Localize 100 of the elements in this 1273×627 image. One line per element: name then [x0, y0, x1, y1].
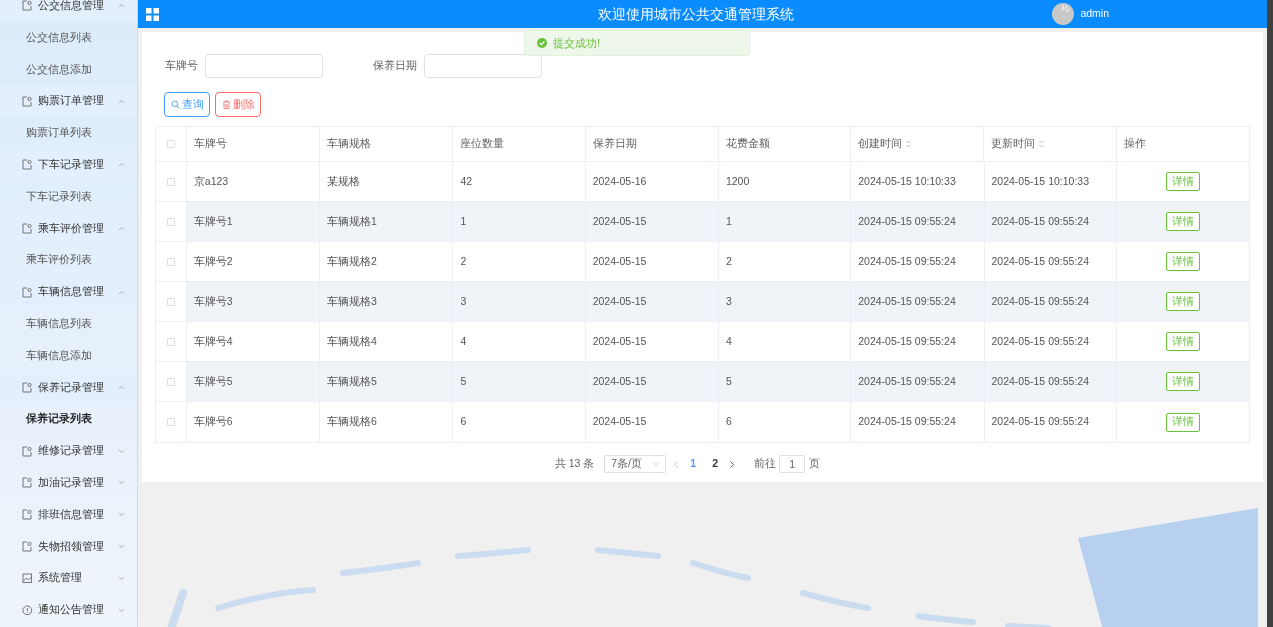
chevron-down-icon — [653, 462, 660, 466]
checkbox[interactable] — [166, 418, 175, 426]
table-cell-text: 2024-05-15 09:55:24 — [858, 293, 956, 309]
table-cell-text: 车辆规格4 — [327, 333, 377, 349]
toast-message: 提交成功! — [553, 35, 601, 51]
table-cell-text: 1200 — [725, 173, 750, 189]
table-cell-text: 4 — [460, 333, 467, 349]
menu-item[interactable]: 保养记录列表 — [0, 403, 137, 436]
table-cell-text: 2 — [460, 253, 467, 269]
grid-icon[interactable] — [146, 7, 159, 21]
column-header[interactable]: 创建时间 — [858, 136, 903, 152]
checkbox[interactable] — [166, 177, 175, 186]
goto-label: 前往 — [754, 456, 777, 472]
checkbox[interactable] — [166, 337, 175, 346]
table-cell-text: 京a123 — [193, 173, 229, 189]
column-header: 车牌号 — [193, 136, 227, 152]
menu-item[interactable]: 乘车评价列表 — [0, 244, 137, 277]
table-cell-text: 2024-05-15 09:55:24 — [991, 373, 1089, 389]
menu-group[interactable]: 通知公告管理 — [0, 594, 137, 626]
column-header: 操作 — [1123, 136, 1146, 152]
document-icon — [22, 0, 33, 12]
table-cell-text: 2024-05-16 — [592, 173, 647, 189]
column-header: 花费金额 — [725, 136, 770, 152]
document-icon — [22, 477, 33, 489]
checkbox[interactable] — [166, 217, 175, 226]
search-icon — [170, 100, 180, 109]
app-title: 欢迎使用城市公共交通管理系统 — [597, 4, 794, 24]
checkbox[interactable] — [166, 140, 175, 148]
menu-group[interactable]: 保养记录管理 — [0, 371, 137, 404]
input-field[interactable] — [424, 54, 542, 78]
table-cell-text: 2024-05-15 — [592, 373, 647, 389]
checkbox[interactable] — [166, 297, 175, 306]
table-cell: 2024-05-15 09:55:24 — [858, 414, 956, 430]
field-label: 保养日期 — [373, 58, 417, 74]
table-cell-text: 车辆规格3 — [327, 293, 377, 309]
table-cell-text: 车牌号4 — [193, 333, 233, 349]
table-cell-text: 2024-05-15 09:55:24 — [991, 253, 1089, 269]
document-icon — [22, 95, 33, 107]
table-cell: 6 — [725, 414, 732, 430]
column-header: 保养日期 — [592, 136, 637, 152]
checkbox[interactable] — [166, 257, 175, 266]
table-cell-text: 2024-05-15 — [592, 333, 647, 349]
total-count: 共 13 条 — [554, 456, 595, 472]
column-header: 车辆规格 — [327, 136, 372, 152]
table-cell: 2024-05-15 — [592, 414, 647, 430]
table-cell-text: 42 — [460, 173, 473, 189]
table-cell-text: 某规格 — [327, 173, 361, 189]
page-input[interactable]: 1 — [779, 455, 806, 473]
table-cell-text: 2024-05-15 10:10:33 — [991, 173, 1089, 189]
table-cell-text: 2024-05-15 — [592, 213, 647, 229]
table-cell-text: 2024-05-15 09:55:24 — [858, 253, 956, 269]
next-page-icon[interactable] — [730, 460, 735, 468]
menu-item[interactable]: 公交信息添加 — [0, 53, 137, 86]
table-cell: 6 — [460, 414, 467, 430]
menu-group[interactable]: 系统管理 — [0, 562, 137, 595]
menu-group[interactable]: 公交信息管理 — [0, 0, 137, 22]
table-cell-text: 3 — [725, 293, 732, 309]
menu-item[interactable]: 车辆信息列表 — [0, 307, 137, 340]
avatar-icon[interactable] — [1052, 3, 1075, 25]
table-cell-text: 1 — [460, 213, 467, 229]
menu-group[interactable]: 失物招领管理 — [0, 530, 137, 563]
table-cell-text: 2024-05-15 — [592, 293, 647, 309]
menu-group[interactable]: 维修记录管理 — [0, 435, 137, 467]
page-suffix: 页 — [809, 456, 821, 472]
table-cell-text: 2024-05-15 — [592, 253, 647, 269]
page-size-select[interactable]: 7条/页 — [604, 455, 667, 473]
menu-group[interactable]: 加油记录管理 — [0, 466, 137, 499]
table-cell-text: 3 — [460, 293, 467, 309]
table-cell-text: 5 — [460, 373, 467, 389]
table-cell-text: 5 — [725, 373, 732, 389]
table-cell-text: 2024-05-15 09:55:24 — [858, 333, 956, 349]
table-cell-text: 车牌号3 — [193, 293, 233, 309]
checkbox[interactable] — [166, 377, 175, 386]
menu-item[interactable]: 购票订单列表 — [0, 117, 137, 149]
table-cell-text: 2024-05-15 09:55:24 — [858, 213, 956, 229]
table-cell: 车牌号6 — [193, 414, 233, 430]
column-header: 座位数量 — [460, 136, 505, 152]
document-icon — [22, 445, 33, 457]
document-icon — [22, 381, 33, 393]
menu-group[interactable]: 购票订单管理 — [0, 85, 137, 118]
previous-page-icon[interactable] — [674, 460, 679, 468]
table-cell-text: 车牌号1 — [193, 213, 233, 229]
menu-item[interactable]: 下车记录列表 — [0, 180, 137, 213]
sort-icon[interactable] — [906, 140, 912, 148]
menu-group[interactable]: 排班信息管理 — [0, 498, 137, 531]
document-icon — [22, 222, 33, 234]
document-icon — [22, 540, 33, 552]
menu-item[interactable]: 车辆信息添加 — [0, 339, 137, 372]
table-cell: 车辆规格6 — [327, 414, 377, 430]
table-cell-text: 4 — [725, 333, 732, 349]
column-header[interactable]: 更新时间 — [991, 136, 1036, 152]
image-icon — [22, 572, 33, 584]
page-number[interactable]: 2 — [708, 456, 723, 472]
sort-icon[interactable] — [1039, 140, 1045, 148]
document-icon — [22, 159, 33, 171]
menu-item[interactable]: 公交信息列表 — [0, 21, 137, 54]
input-field[interactable] — [205, 54, 323, 78]
table-cell-text: 2024-05-15 09:55:24 — [991, 333, 1089, 349]
table-cell: 2024-05-15 09:55:24 — [991, 414, 1089, 430]
field-label: 车牌号 — [165, 58, 198, 74]
